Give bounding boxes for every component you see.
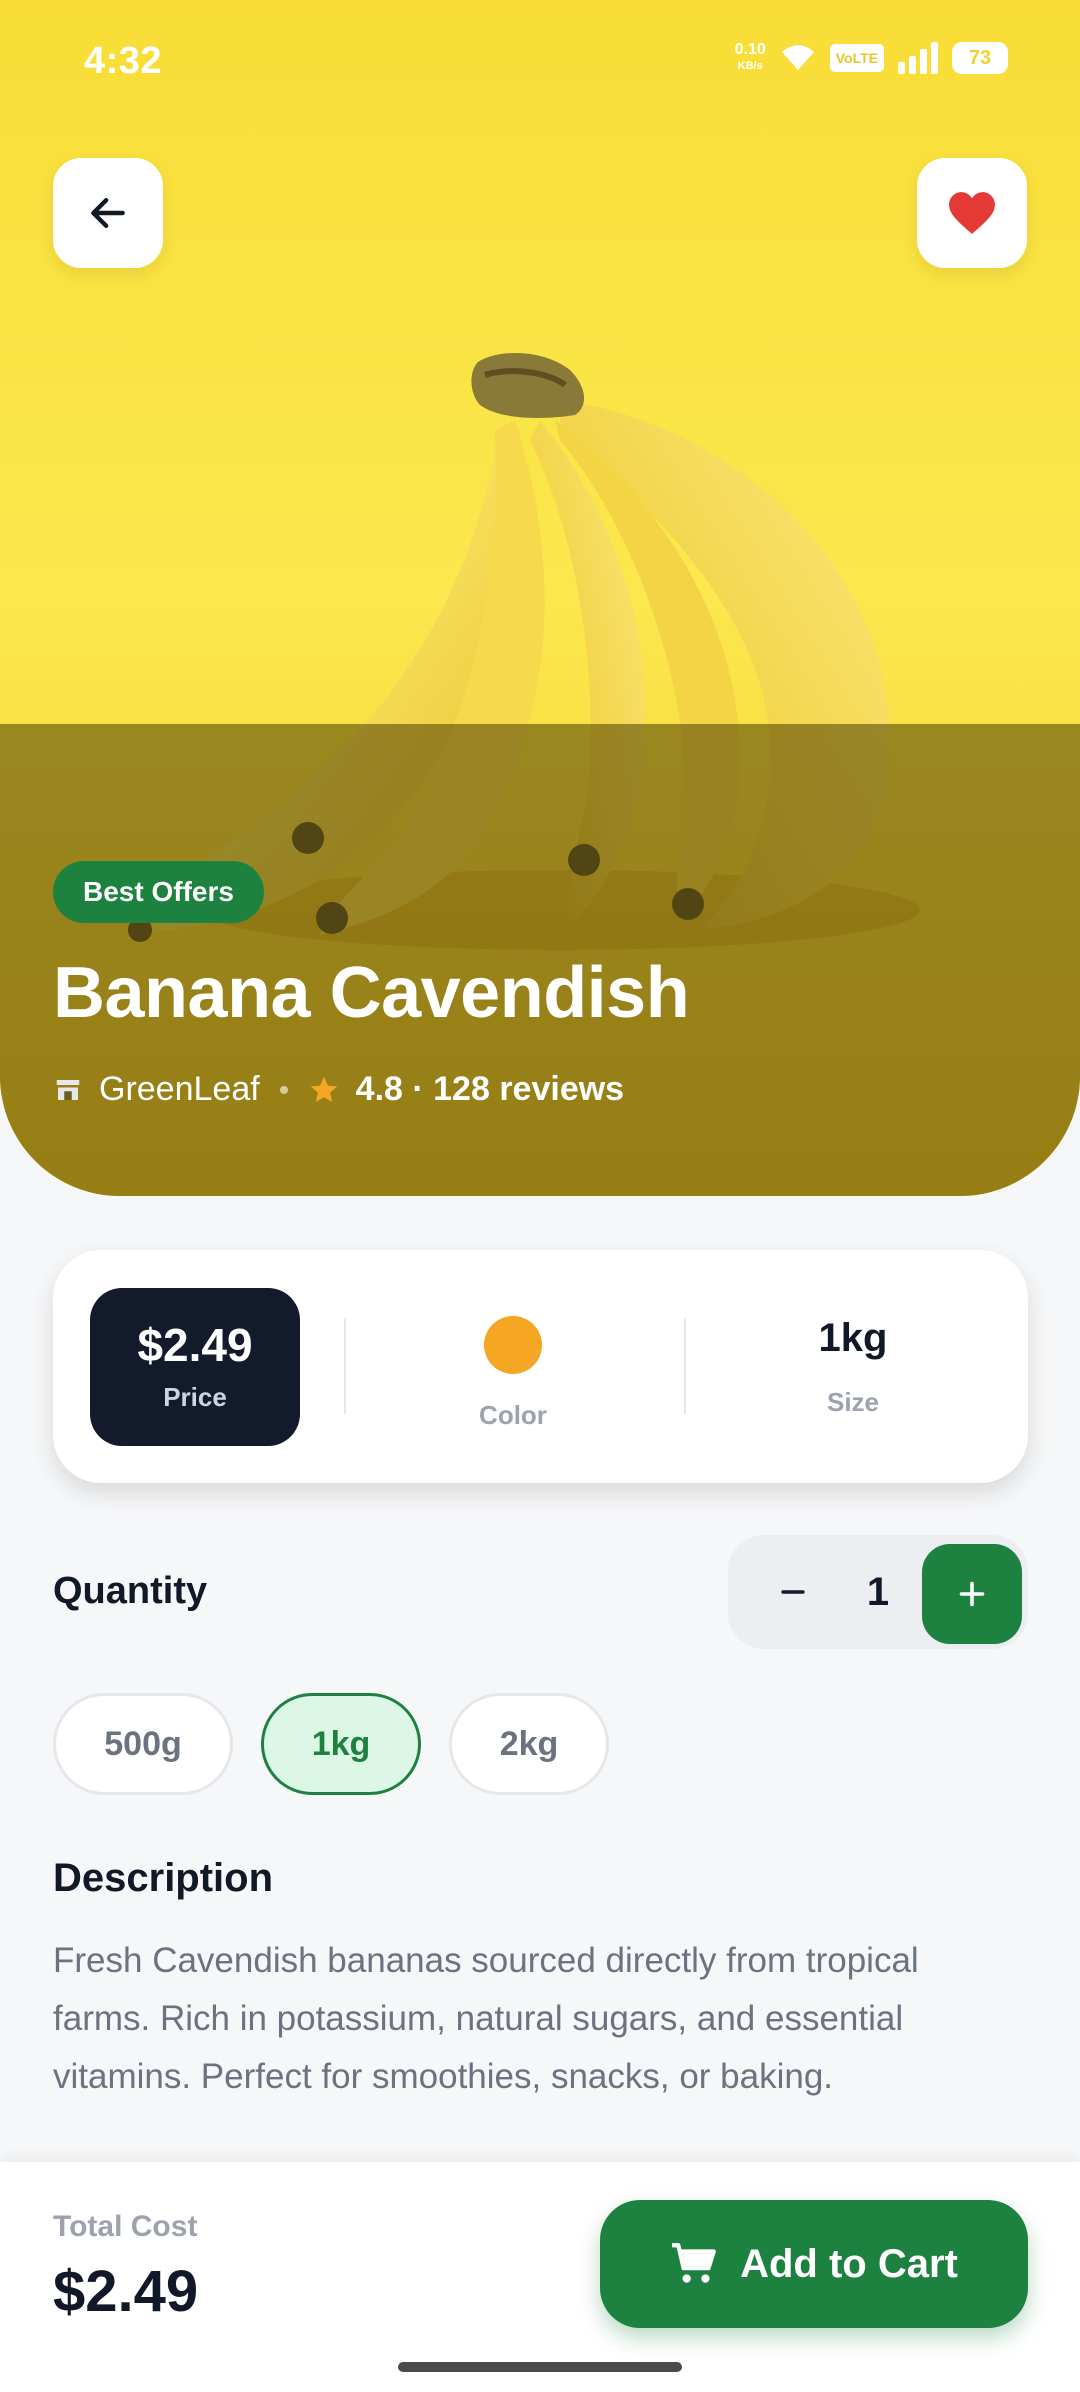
price-label: Price — [163, 1382, 227, 1412]
signal-icon — [898, 42, 938, 74]
decrease-quantity-button[interactable] — [748, 1547, 838, 1637]
color-label: Color — [479, 1400, 547, 1430]
product-meta: GreenLeaf 4.8 · 128 reviews — [53, 1070, 624, 1109]
back-button[interactable] — [53, 158, 163, 268]
volte-badge: VoLTE — [829, 44, 884, 72]
network-speed: 0.10 KB/s — [735, 42, 766, 74]
size-label: Size — [826, 1387, 880, 1417]
rating-text[interactable]: 4.8 · 128 reviews — [356, 1070, 624, 1109]
total-cost-label: Total Cost — [53, 2210, 198, 2243]
weight-option-500g[interactable]: 500g — [53, 1693, 233, 1795]
quantity-label: Quantity — [53, 1570, 208, 1612]
info-divider — [344, 1318, 346, 1414]
weight-option-2kg[interactable]: 2kg — [449, 1693, 609, 1795]
total-cost-value: $2.49 — [53, 2259, 199, 2324]
wifi-icon — [781, 45, 814, 70]
offer-badge: Best Offers — [53, 861, 264, 923]
color-swatch — [484, 1316, 542, 1374]
plus-icon — [959, 1581, 985, 1607]
product-title: Banana Cavendish — [53, 953, 690, 1033]
store-name[interactable]: GreenLeaf — [99, 1070, 260, 1109]
price-box: $2.49 Price — [90, 1288, 300, 1446]
description-title: Description — [53, 1856, 274, 1900]
weight-option-1kg[interactable]: 1kg — [261, 1693, 421, 1795]
store-icon — [56, 1079, 80, 1100]
minus-icon — [781, 1590, 805, 1594]
size-info[interactable]: 1kg Size — [703, 1306, 1003, 1418]
size-value: 1kg — [818, 1316, 888, 1360]
network-speed-value: 0.10 — [734, 41, 766, 58]
cart-icon — [672, 2243, 716, 2283]
description-text: Fresh Cavendish bananas sourced directly… — [53, 1941, 919, 2096]
quantity-stepper: 1 — [728, 1535, 1028, 1649]
status-time: 4:32 — [84, 40, 163, 82]
battery-indicator: 73 — [952, 42, 1008, 74]
weight-options: 500g 1kg 2kg — [53, 1693, 609, 1795]
quantity-value: 1 — [866, 1569, 890, 1614]
home-indicator[interactable] — [398, 2362, 682, 2372]
product-info-card: $2.49 Price Color 1kg Size — [53, 1250, 1028, 1483]
heart-icon — [949, 192, 995, 234]
info-divider — [684, 1318, 686, 1414]
add-to-cart-button[interactable]: Add to Cart — [600, 2200, 1028, 2328]
network-speed-unit: KB/s — [737, 60, 763, 72]
meta-separator — [279, 1085, 288, 1094]
add-to-cart-label: Add to Cart — [740, 2241, 958, 2286]
checkout-bar: Total Cost $2.49 Add to Cart — [0, 2162, 1080, 2392]
favorite-button[interactable] — [917, 158, 1027, 268]
star-icon — [310, 1076, 338, 1102]
status-bar: 4:32 0.10 KB/s VoLTE 73 — [0, 0, 1080, 120]
arrow-left-icon — [91, 197, 125, 229]
color-info[interactable]: Color — [363, 1306, 663, 1431]
increase-quantity-button[interactable] — [922, 1544, 1022, 1644]
status-icons: 0.10 KB/s VoLTE 73 — [735, 42, 1008, 74]
price-value: $2.49 — [137, 1319, 253, 1371]
